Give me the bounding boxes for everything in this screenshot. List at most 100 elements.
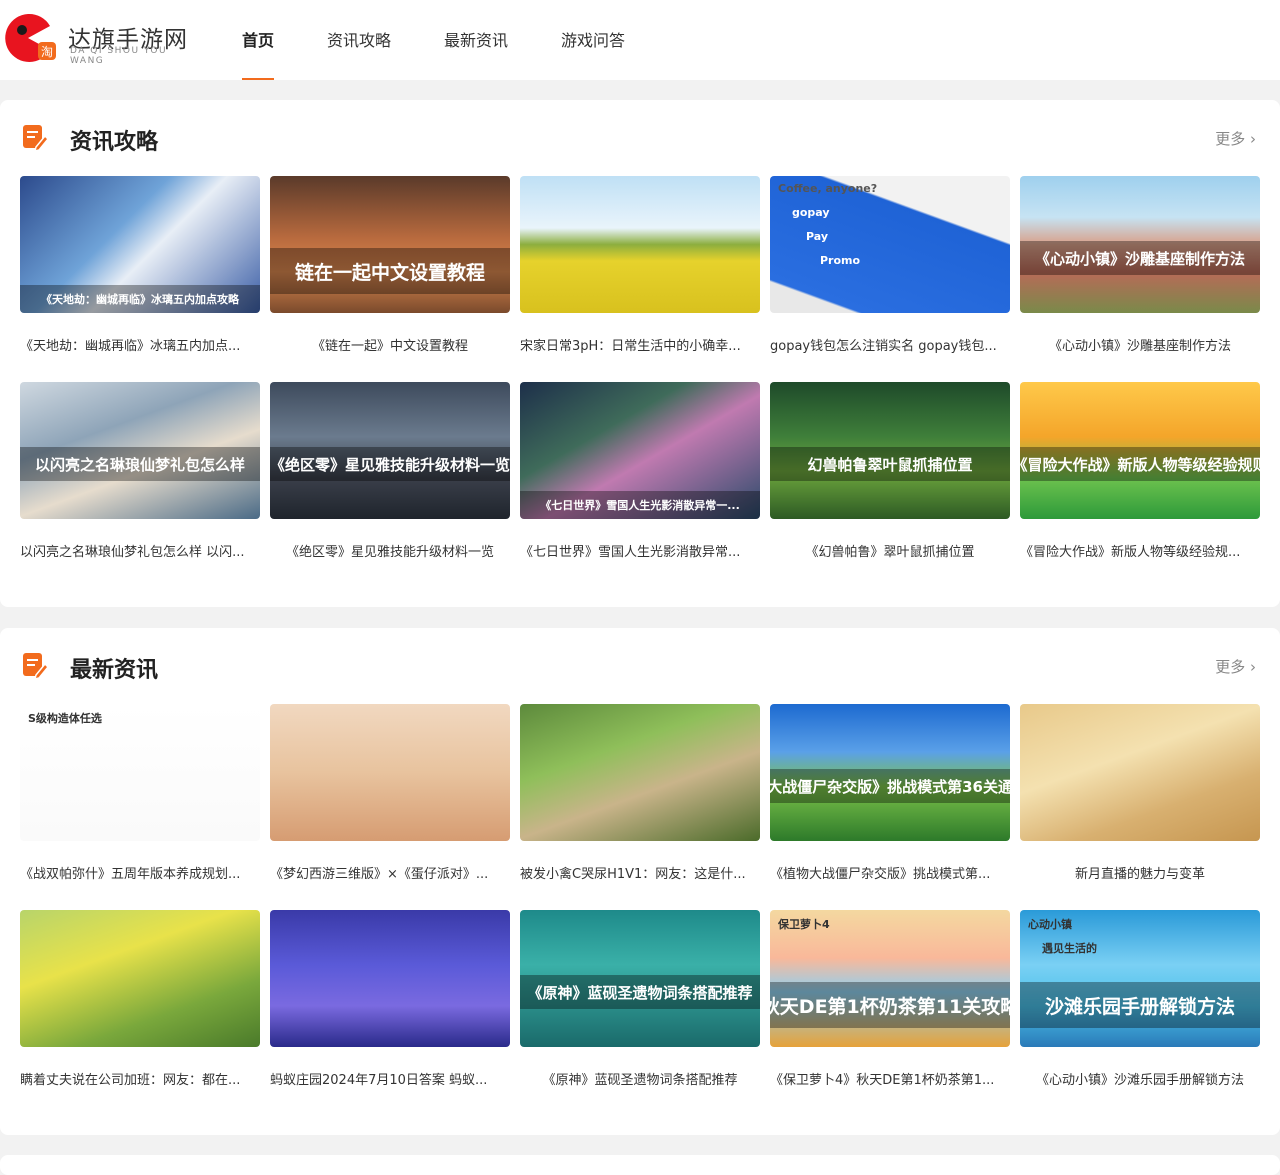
article-thumbnail[interactable]: 《天地劫：幽城再临》冰璃五内加点攻略 <box>20 176 260 313</box>
thumbnail-title: 链在一起中文设置教程 <box>270 248 510 294</box>
article-card[interactable]: 链在一起中文设置教程《链在一起》中文设置教程 <box>270 176 510 354</box>
site-header: 淘 达旗手游网 DA QI SHOU YOU WANG 首页 资讯攻略 最新资讯… <box>0 0 1280 80</box>
thumbnail-text: 心动小镇 <box>1028 918 1072 931</box>
article-title[interactable]: 《原神》蓝砚圣遗物词条搭配推荐 <box>520 1069 760 1088</box>
article-card[interactable]: 《植物大战僵尸杂交版》挑战模式第36关通关攻略《植物大战僵尸杂交版》挑战模式第.… <box>770 704 1010 882</box>
article-title[interactable]: 《保卫萝卜4》秋天DE第1杯奶茶第1... <box>770 1069 1010 1088</box>
thumbnail-text: Coffee, anyone? <box>778 182 878 195</box>
article-card[interactable]: 《绝区零》星见雅技能升级材料一览 《绝区零》星见雅技能升级材料一览 <box>270 382 510 560</box>
thumbnail-text: Pay <box>806 230 829 243</box>
article-title[interactable]: 新月直播的魅力与变革 <box>1020 863 1260 882</box>
article-title[interactable]: 《七日世界》雪国人生光影消散异常... <box>520 541 760 560</box>
article-title[interactable]: 被发小禽C哭尿H1V1：网友：这是什... <box>520 863 760 882</box>
article-thumbnail[interactable]: 《绝区零》星见雅技能升级材料一览 <box>270 382 510 519</box>
article-card[interactable]: 心动小镇遇见生活的沙滩乐园手册解锁方法《心动小镇》沙滩乐园手册解锁方法 <box>1020 910 1260 1088</box>
thumbnail-title: 幻兽帕鲁翠叶鼠抓捕位置 <box>770 447 1010 482</box>
thumbnail-text: S级构造体任选 <box>28 712 102 725</box>
article-title[interactable]: 《链在一起》中文设置教程 <box>270 335 510 354</box>
article-card[interactable]: 《冒险大作战》新版人物等级经验规则《冒险大作战》新版人物等级经验规... <box>1020 382 1260 560</box>
article-card[interactable]: 宋家日常3pH：日常生活中的小确幸... <box>520 176 760 354</box>
more-label: 更多 <box>1215 130 1246 148</box>
article-thumbnail[interactable] <box>1020 704 1260 841</box>
article-title[interactable]: 宋家日常3pH：日常生活中的小确幸... <box>520 335 760 354</box>
section-latest-news: 最新资讯 更多 › S级构造体任选《战双帕弥什》五周年版本养成规划... 《梦幻西… <box>0 628 1280 1135</box>
chevron-right-icon: › <box>1250 658 1256 676</box>
article-card[interactable]: 新月直播的魅力与变革 <box>1020 704 1260 882</box>
article-thumbnail[interactable]: 《植物大战僵尸杂交版》挑战模式第36关通关攻略 <box>770 704 1010 841</box>
thumbnail-title: 《植物大战僵尸杂交版》挑战模式第36关通关攻略 <box>770 769 1010 804</box>
article-title[interactable]: 《战双帕弥什》五周年版本养成规划... <box>20 863 260 882</box>
more-link[interactable]: 更多 › <box>1215 128 1256 149</box>
article-title[interactable]: 《梦幻西游三维版》×《蛋仔派对》... <box>270 863 510 882</box>
nav-home[interactable]: 首页 <box>242 0 275 80</box>
article-card[interactable]: 以闪亮之名琳琅仙梦礼包怎么样以闪亮之名琳琅仙梦礼包怎么样 以闪... <box>20 382 260 560</box>
section-title: 最新资讯 <box>70 658 159 683</box>
article-card[interactable]: 《梦幻西游三维版》×《蛋仔派对》... <box>270 704 510 882</box>
article-card[interactable]: 《七日世界》雪国人生光影消散异常一... 《七日世界》雪国人生光影消散异常... <box>520 382 760 560</box>
thumbnail-text: Promo <box>820 254 861 267</box>
logo-badge: 淘 <box>41 45 53 59</box>
thumbnail-title: 《原神》蓝砚圣遗物词条搭配推荐 <box>520 975 760 1010</box>
article-edit-icon <box>23 653 48 679</box>
article-thumbnail[interactable]: 以闪亮之名琳琅仙梦礼包怎么样 <box>20 382 260 519</box>
article-thumbnail[interactable]: 保卫萝卜4 秋天DE第1杯奶茶第11关攻略 <box>770 910 1010 1047</box>
article-card[interactable]: 《原神》蓝砚圣遗物词条搭配推荐 《原神》蓝砚圣遗物词条搭配推荐 <box>520 910 760 1088</box>
article-card[interactable]: 蚂蚁庄园2024年7月10日答案 蚂蚁... <box>270 910 510 1088</box>
article-card[interactable]: 《心动小镇》沙雕基座制作方法 《心动小镇》沙雕基座制作方法 <box>1020 176 1260 354</box>
article-thumbnail[interactable] <box>270 910 510 1047</box>
chevron-right-icon: › <box>1250 130 1256 148</box>
thumbnail-text: gopay <box>792 206 830 219</box>
article-thumbnail[interactable]: 《冒险大作战》新版人物等级经验规则 <box>1020 382 1260 519</box>
article-title[interactable]: 《心动小镇》沙滩乐园手册解锁方法 <box>1020 1069 1260 1088</box>
article-title[interactable]: 《绝区零》星见雅技能升级材料一览 <box>270 541 510 560</box>
section-title: 资讯攻略 <box>70 130 159 155</box>
article-thumbnail[interactable]: 《心动小镇》沙雕基座制作方法 <box>1020 176 1260 313</box>
site-logo[interactable]: 淘 达旗手游网 DA QI SHOU YOU WANG <box>0 8 200 72</box>
nav-latest-news[interactable]: 最新资讯 <box>444 0 508 80</box>
article-thumbnail[interactable]: 幻兽帕鲁翠叶鼠抓捕位置 <box>770 382 1010 519</box>
article-thumbnail[interactable]: 心动小镇遇见生活的沙滩乐园手册解锁方法 <box>1020 910 1260 1047</box>
more-link[interactable]: 更多 › <box>1215 656 1256 677</box>
article-card[interactable]: S级构造体任选《战双帕弥什》五周年版本养成规划... <box>20 704 260 882</box>
article-thumbnail[interactable] <box>270 704 510 841</box>
article-title[interactable]: 《心动小镇》沙雕基座制作方法 <box>1020 335 1260 354</box>
article-thumbnail[interactable] <box>520 176 760 313</box>
thumbnail-title: 《绝区零》星见雅技能升级材料一览 <box>270 447 510 482</box>
article-title[interactable]: 《天地劫：幽城再临》冰璃五内加点... <box>20 335 260 354</box>
thumbnail-title: 以闪亮之名琳琅仙梦礼包怎么样 <box>20 447 260 482</box>
thumbnail-title: 沙滩乐园手册解锁方法 <box>1020 982 1260 1028</box>
article-grid: 《天地劫：幽城再临》冰璃五内加点攻略 《天地劫：幽城再临》冰璃五内加点... 链在一… <box>20 176 1260 560</box>
article-thumbnail[interactable]: 《七日世界》雪国人生光影消散异常一... <box>520 382 760 519</box>
article-title[interactable]: 《植物大战僵尸杂交版》挑战模式第... <box>770 863 1010 882</box>
article-title[interactable]: 瞒着丈夫说在公司加班：网友：都在... <box>20 1069 260 1088</box>
thumbnail-title: 《七日世界》雪国人生光影消散异常一... <box>520 491 760 519</box>
article-card[interactable]: 被发小禽C哭尿H1V1：网友：这是什... <box>520 704 760 882</box>
article-thumbnail[interactable]: S级构造体任选 <box>20 704 260 841</box>
nav-game-qa[interactable]: 游戏问答 <box>561 0 625 80</box>
article-title[interactable]: 《冒险大作战》新版人物等级经验规... <box>1020 541 1260 560</box>
article-card[interactable]: Coffee, anyone? gopay Pay Promo gopay钱包怎么注销实… <box>770 176 1010 354</box>
thumbnail-text: 遇见生活的 <box>1042 942 1097 955</box>
article-edit-icon <box>23 125 48 151</box>
article-card[interactable]: 瞒着丈夫说在公司加班：网友：都在... <box>20 910 260 1088</box>
thumbnail-title: 《心动小镇》沙雕基座制作方法 <box>1020 241 1260 276</box>
logo-subtitle: DA QI SHOU YOU WANG <box>70 46 168 66</box>
article-title[interactable]: gopay钱包怎么注销实名 gopay钱包... <box>770 335 1010 354</box>
article-card[interactable]: 《天地劫：幽城再临》冰璃五内加点攻略《天地劫：幽城再临》冰璃五内加点... <box>20 176 260 354</box>
article-title[interactable]: 《幻兽帕鲁》翠叶鼠抓捕位置 <box>770 541 1010 560</box>
article-thumbnail[interactable]: 《原神》蓝砚圣遗物词条搭配推荐 <box>520 910 760 1047</box>
article-card[interactable]: 保卫萝卜4 秋天DE第1杯奶茶第11关攻略《保卫萝卜4》秋天DE第1杯奶茶第1..… <box>770 910 1010 1088</box>
more-label: 更多 <box>1215 658 1246 676</box>
article-thumbnail[interactable] <box>520 704 760 841</box>
article-thumbnail[interactable]: 链在一起中文设置教程 <box>270 176 510 313</box>
section-header: 资讯攻略 更多 › <box>20 118 1260 160</box>
main-nav: 首页 资讯攻略 最新资讯 游戏问答 <box>242 0 678 80</box>
article-thumbnail[interactable] <box>20 910 260 1047</box>
section-header: 最新资讯 更多 › <box>20 646 1260 688</box>
article-title[interactable]: 以闪亮之名琳琅仙梦礼包怎么样 以闪... <box>20 541 260 560</box>
nav-news-guides[interactable]: 资讯攻略 <box>327 0 391 80</box>
article-card[interactable]: 幻兽帕鲁翠叶鼠抓捕位置《幻兽帕鲁》翠叶鼠抓捕位置 <box>770 382 1010 560</box>
article-thumbnail[interactable]: Coffee, anyone? gopay Pay Promo <box>770 176 1010 313</box>
thumbnail-title: 秋天DE第1杯奶茶第11关攻略 <box>770 982 1010 1028</box>
article-title[interactable]: 蚂蚁庄园2024年7月10日答案 蚂蚁... <box>270 1069 510 1088</box>
